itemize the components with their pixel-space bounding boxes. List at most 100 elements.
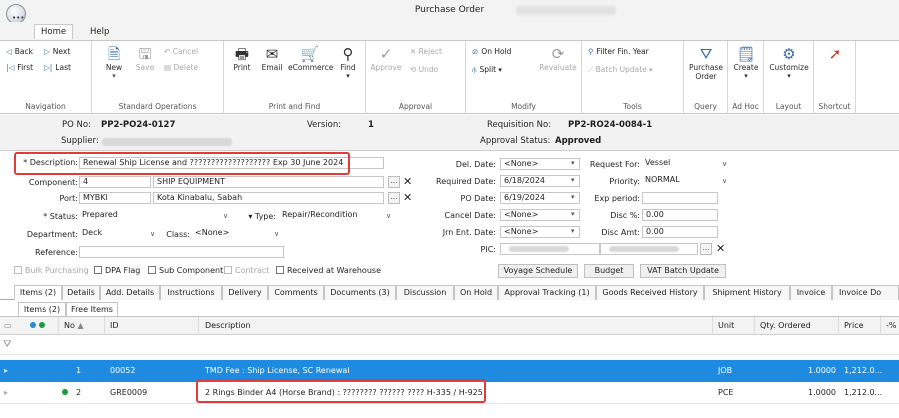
jrn-ent-date-dropdown-icon[interactable]: ▾ bbox=[571, 227, 575, 235]
column-description[interactable]: Description bbox=[205, 317, 251, 335]
class-select[interactable]: <None> bbox=[192, 228, 282, 240]
pic-lookup-button[interactable]: ... bbox=[700, 243, 712, 255]
port-code-input[interactable]: MYBKI bbox=[79, 192, 151, 204]
ecommerce-button[interactable]: 🛒 eCommerce bbox=[288, 45, 333, 72]
del-date-dropdown-icon[interactable]: ▾ bbox=[571, 159, 575, 167]
column-id[interactable]: ID bbox=[110, 317, 119, 335]
tab-invoice-do[interactable]: Invoice Do bbox=[832, 285, 899, 300]
customize-button[interactable]: ⚙ Customize ▾ bbox=[766, 45, 812, 80]
type-dropdown-icon[interactable]: ∨ bbox=[386, 212, 391, 220]
status-dropdown-icon[interactable]: ∨ bbox=[223, 212, 228, 220]
po-tab-strip: Items (2) Details Add. Details Instructi… bbox=[0, 284, 899, 300]
tab-instructions[interactable]: Instructions bbox=[160, 285, 222, 300]
ribbon-tab-help[interactable]: Help bbox=[84, 25, 115, 39]
type-select[interactable]: Repair/Recondition bbox=[279, 210, 391, 222]
tab-documents[interactable]: Documents (3) bbox=[324, 285, 396, 300]
vat-batch-update-button[interactable]: VAT Batch Update bbox=[640, 264, 726, 278]
revaluate-button[interactable]: ⟳ Revaluate bbox=[538, 45, 578, 72]
cancel-date-input[interactable]: <None> bbox=[500, 209, 580, 221]
column-unit[interactable]: Unit bbox=[718, 317, 734, 335]
del-date-input[interactable]: <None> bbox=[500, 158, 580, 170]
save-button[interactable]: 🖫 Save bbox=[132, 45, 158, 72]
tab-add-details[interactable]: Add. Details bbox=[100, 285, 160, 300]
bulk-purchasing-checkbox[interactable]: Bulk Purchasing bbox=[14, 266, 89, 275]
column-no[interactable]: No ▲ bbox=[64, 317, 84, 335]
tab-invoice[interactable]: Invoice bbox=[790, 285, 832, 300]
tab-on-hold[interactable]: On Hold bbox=[454, 285, 498, 300]
new-button[interactable]: 🗎 New ▾ bbox=[100, 45, 128, 80]
undo-button[interactable]: ⟲ Undo bbox=[410, 65, 438, 74]
dpa-flag-checkbox[interactable]: DPA Flag bbox=[94, 266, 140, 275]
exp-period-input[interactable] bbox=[642, 192, 718, 204]
shortcut-button[interactable]: ➚ bbox=[818, 45, 852, 63]
request-for-dropdown-icon[interactable]: ∨ bbox=[722, 160, 727, 168]
find-button[interactable]: ⚲ Find ▾ bbox=[334, 45, 362, 80]
component-name-input[interactable]: SHIP EQUIPMENT bbox=[153, 176, 384, 188]
required-date-dropdown-icon[interactable]: ▾ bbox=[571, 176, 575, 184]
request-for-select[interactable]: Vessel bbox=[642, 158, 732, 170]
voyage-schedule-button[interactable]: Voyage Schedule bbox=[498, 264, 578, 278]
disc-pct-input[interactable]: 0.00 bbox=[642, 209, 718, 221]
create-button[interactable]: 🗒 Create ▾ bbox=[730, 45, 762, 80]
tab-shipment-history[interactable]: Shipment History bbox=[704, 285, 790, 300]
tab-goods-received-history[interactable]: Goods Received History bbox=[596, 285, 704, 300]
tab-approval-tracking[interactable]: Approval Tracking (1) bbox=[498, 285, 596, 300]
required-date-input[interactable]: 6/18/2024 bbox=[500, 175, 580, 187]
grid-filter-row[interactable]: ⛛ bbox=[0, 335, 899, 355]
split-button[interactable]: ⫛ Split ▾ bbox=[472, 65, 502, 75]
filter-fin-year-button[interactable]: ⚲ Filter Fin. Year bbox=[588, 47, 649, 56]
port-lookup-button[interactable]: ... bbox=[388, 192, 400, 204]
pic-input[interactable] bbox=[500, 243, 600, 255]
ribbon-tab-home[interactable]: Home bbox=[34, 24, 74, 39]
received-at-warehouse-checkbox[interactable]: Received at Warehouse bbox=[276, 266, 381, 275]
disc-amt-input[interactable]: 0.00 bbox=[642, 226, 718, 238]
po-date-dropdown-icon[interactable]: ▾ bbox=[571, 193, 575, 201]
tab-items[interactable]: Items (2) bbox=[14, 285, 62, 300]
pic-name-input[interactable] bbox=[600, 243, 698, 255]
subtab-free-items[interactable]: Free Items bbox=[66, 302, 118, 316]
jrn-ent-date-input[interactable]: <None> bbox=[500, 226, 580, 238]
contract-checkbox[interactable]: Contract bbox=[224, 266, 269, 275]
purchase-order-query-button[interactable]: ⛛ Purchase Order bbox=[686, 45, 726, 81]
component-lookup-button[interactable]: ... bbox=[388, 176, 400, 188]
delete-button[interactable]: ▤ Delete bbox=[164, 63, 198, 72]
tab-comments[interactable]: Comments bbox=[268, 285, 324, 300]
sub-component-checkbox[interactable]: Sub Component bbox=[148, 266, 223, 275]
component-code-input[interactable]: 4 bbox=[79, 176, 151, 188]
last-button[interactable]: ▷| Last bbox=[44, 63, 71, 72]
pic-clear-icon[interactable]: ✕ bbox=[716, 243, 725, 254]
priority-dropdown-icon[interactable]: ∨ bbox=[722, 177, 727, 185]
print-button[interactable]: 🖶 Print bbox=[228, 45, 256, 72]
tab-details[interactable]: Details bbox=[62, 285, 100, 300]
po-date-input[interactable]: 6/19/2024 bbox=[500, 192, 580, 204]
approve-button[interactable]: ✓ Approve bbox=[370, 45, 402, 72]
budget-button[interactable]: Budget bbox=[584, 264, 634, 278]
column-pct[interactable]: -% bbox=[886, 317, 897, 335]
application-menu-button[interactable]: ••• bbox=[6, 4, 26, 24]
tab-discussion[interactable]: Discussion bbox=[396, 285, 454, 300]
port-name-input[interactable]: Kota Kinabalu, Sabah bbox=[153, 192, 384, 204]
tab-delivery[interactable]: Delivery bbox=[222, 285, 268, 300]
batch-update-button[interactable]: ⟋ Batch Update ▾ bbox=[588, 65, 653, 75]
first-button[interactable]: |◁ First bbox=[6, 63, 33, 72]
priority-select[interactable]: NORMAL bbox=[642, 175, 732, 187]
class-dropdown-icon[interactable]: ∨ bbox=[274, 230, 279, 238]
subtab-items[interactable]: Items (2) bbox=[18, 302, 66, 316]
component-clear-icon[interactable]: ✕ bbox=[403, 176, 412, 187]
department-select[interactable]: Deck bbox=[79, 228, 157, 240]
column-price[interactable]: Price bbox=[844, 317, 864, 335]
back-button[interactable]: ◁ Back bbox=[6, 47, 33, 56]
next-button[interactable]: ▷ Next bbox=[44, 47, 70, 56]
cancel-button[interactable]: ↶ Cancel bbox=[164, 47, 198, 56]
status-select[interactable]: Prepared bbox=[79, 210, 229, 222]
port-clear-icon[interactable]: ✕ bbox=[403, 192, 412, 203]
reject-button[interactable]: ✕ Reject bbox=[410, 47, 442, 56]
on-hold-button[interactable]: ⊘ On Hold bbox=[472, 47, 511, 56]
column-qty-ordered[interactable]: Qty. Ordered bbox=[760, 317, 811, 335]
title-redacted bbox=[516, 6, 616, 15]
department-dropdown-icon[interactable]: ∨ bbox=[150, 230, 155, 238]
reference-input[interactable] bbox=[79, 246, 284, 258]
undo-icon: ⟲ bbox=[410, 65, 419, 74]
email-button[interactable]: ✉ Email bbox=[258, 45, 286, 72]
cancel-date-dropdown-icon[interactable]: ▾ bbox=[571, 210, 575, 218]
